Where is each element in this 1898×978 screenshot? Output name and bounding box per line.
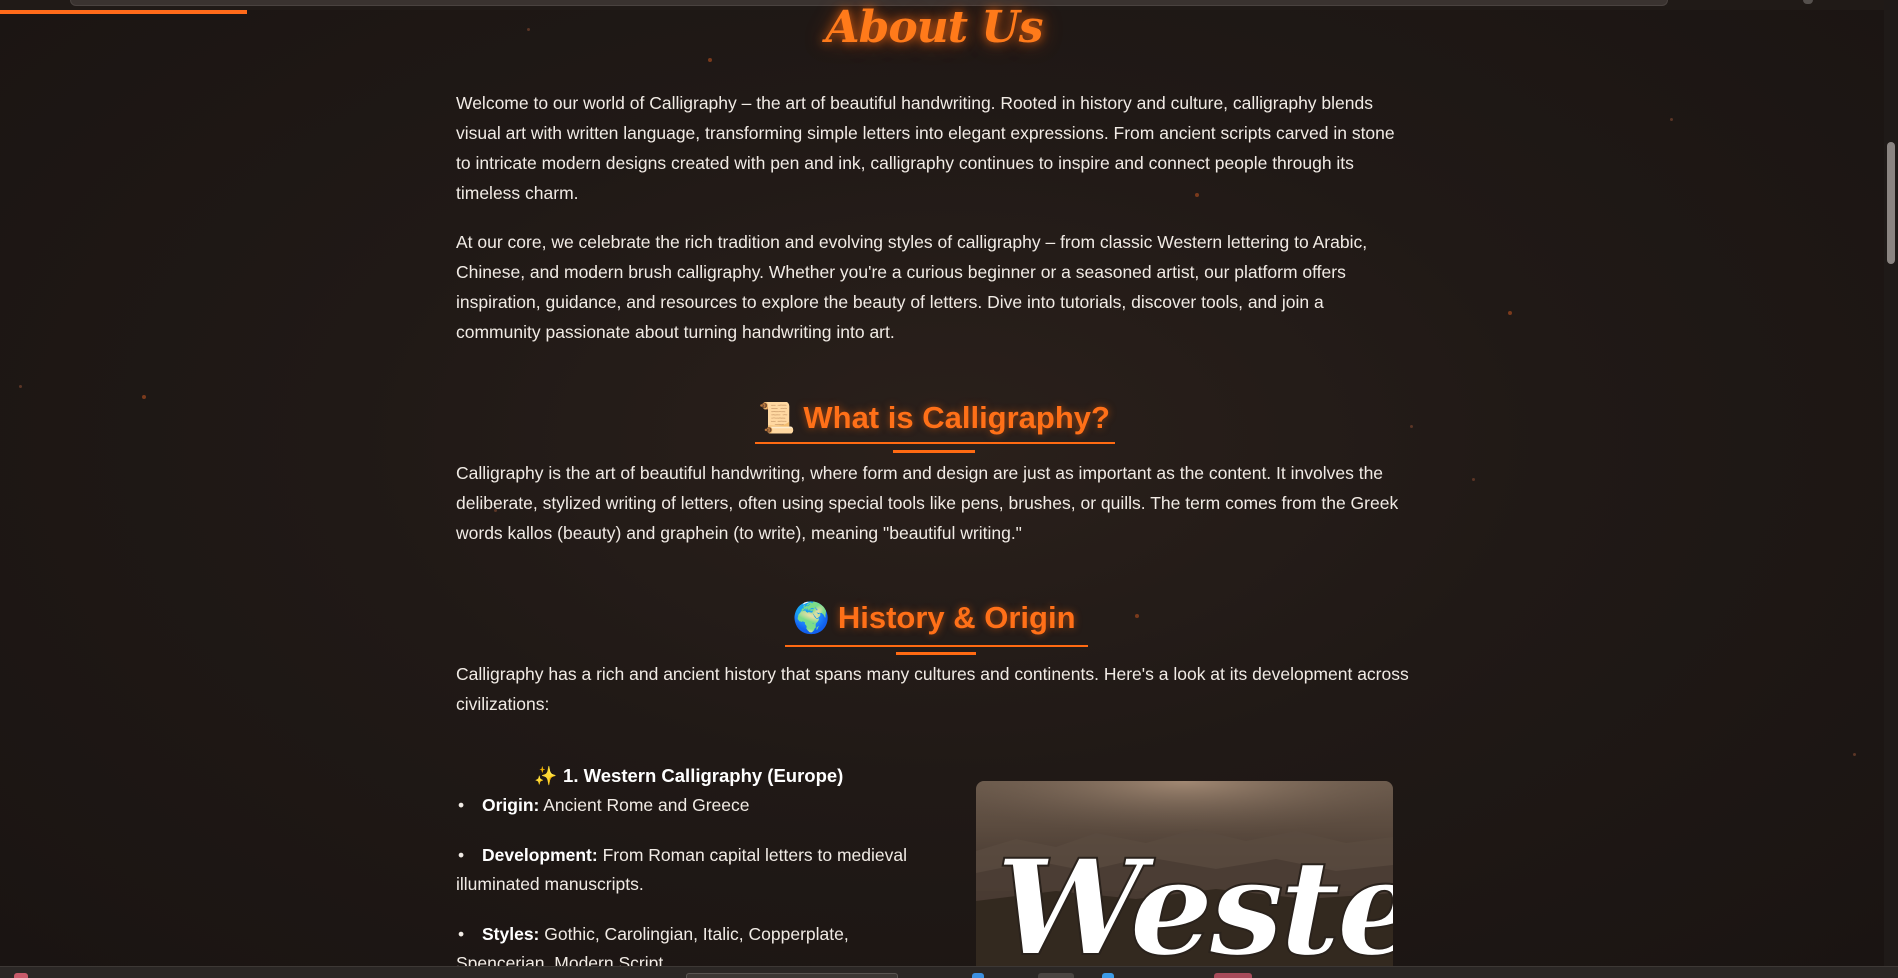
- list-item-label: Origin:: [482, 795, 540, 815]
- taskbar-edge: [0, 966, 1898, 978]
- western-heading: ✨ 1. Western Calligraphy (Europe): [534, 765, 843, 787]
- particle: [1508, 311, 1512, 315]
- particle: [708, 58, 712, 62]
- what-is-heading-text: What is Calligraphy?: [803, 400, 1110, 435]
- taskbar-app-icon[interactable]: [1214, 973, 1252, 978]
- taskbar-app-icon[interactable]: [1102, 973, 1114, 978]
- section-heading-history: 🌍 History & Origin: [456, 600, 1412, 636]
- list-item-text: Ancient Rome and Greece: [539, 795, 750, 815]
- taskbar-app-icon[interactable]: [14, 973, 28, 978]
- bullet-marker: •: [458, 924, 465, 944]
- sparkles-icon: ✨: [534, 765, 558, 786]
- bullet-marker: •: [458, 795, 465, 815]
- section-heading-what-is: 📜 What is Calligraphy?: [456, 400, 1412, 436]
- particle: [142, 395, 146, 399]
- particle: [1670, 118, 1673, 121]
- heading-underline: [755, 442, 1115, 444]
- particle: [19, 385, 22, 388]
- page: About Us Welcome to our world of Calligr…: [0, 0, 1898, 978]
- taskbar-app-icon[interactable]: [1038, 973, 1074, 978]
- list-item: • Origin: Ancient Rome and Greece: [456, 791, 926, 820]
- scroll-icon: 📜: [758, 402, 796, 435]
- history-paragraph: Calligraphy has a rich and ancient histo…: [456, 664, 1409, 714]
- taskbar-app-icon[interactable]: [972, 973, 984, 978]
- what-is-paragraph: Calligraphy is the art of beautiful hand…: [456, 463, 1399, 543]
- bullet-marker: •: [458, 845, 465, 865]
- list-item-label: Development:: [482, 845, 598, 865]
- western-calligraphy-image: Western: [976, 781, 1393, 978]
- intro-paragraph-1: Welcome to our world of Calligraphy – th…: [456, 93, 1395, 203]
- heading-underline: [785, 645, 1088, 647]
- list-item: • Development: From Roman capital letters…: [456, 841, 926, 899]
- scroll-progress-fill: [0, 10, 247, 14]
- history-heading-text: History & Origin: [837, 600, 1076, 635]
- page-scrollbar[interactable]: [1884, 0, 1898, 966]
- list-item-label: Styles:: [482, 924, 540, 944]
- intro-paragraph-2: At our core, we celebrate the rich tradi…: [456, 232, 1368, 342]
- particle: [1472, 478, 1475, 481]
- globe-icon: 🌍: [792, 602, 830, 635]
- particle: [1853, 753, 1856, 756]
- scrollbar-thumb[interactable]: [1887, 142, 1895, 264]
- taskbar-search-box[interactable]: [686, 973, 898, 978]
- western-heading-text: 1. Western Calligraphy (Europe): [563, 765, 844, 786]
- western-lettering: Western: [995, 831, 1393, 978]
- heading-underline-accent: [893, 450, 975, 453]
- page-title: About Us: [825, 2, 1043, 53]
- heading-underline-accent: [896, 652, 976, 655]
